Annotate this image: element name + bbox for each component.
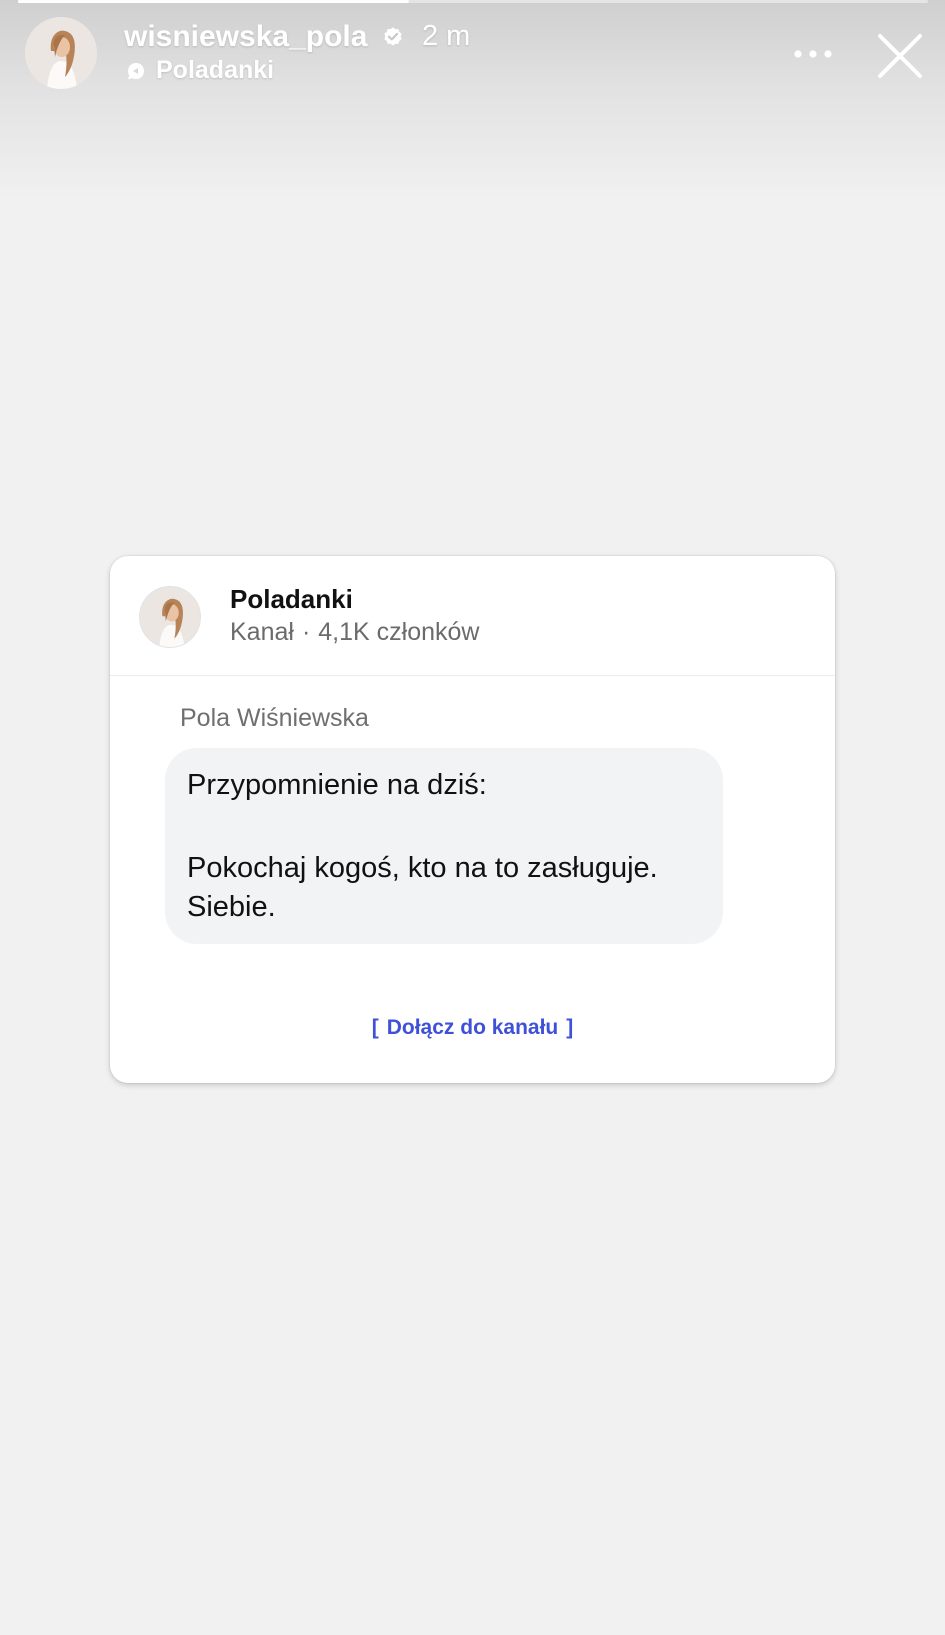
bracket-right-icon: ]: [566, 1016, 574, 1039]
message-sender: Pola Wiśniewska: [180, 704, 369, 732]
channel-members: 4,1K członków: [318, 618, 480, 646]
channel-icon: [128, 63, 144, 80]
story-username[interactable]: wisniewska_pola: [124, 20, 367, 54]
channel-type: Kanał: [230, 618, 294, 646]
more-options-icon[interactable]: [790, 36, 836, 72]
message-line: Przypomnienie na dziś:: [187, 769, 487, 801]
message-line: Siebie.: [187, 891, 276, 923]
profile-avatar[interactable]: [25, 17, 97, 89]
meta-separator: ·: [301, 618, 311, 646]
channel-avatar: [139, 586, 201, 648]
story-channel-label[interactable]: Poladanki: [156, 56, 274, 85]
story-viewer: wisniewska_pola 2 m Poladanki Poladanki …: [0, 0, 945, 1635]
message-bubble: Przypomnienie na dziś: Pokochaj kogoś, k…: [165, 748, 723, 944]
card-header: Poladanki Kanał · 4,1K członków: [110, 556, 835, 676]
avatar-photo-icon: [25, 17, 97, 89]
bracket-left-icon: [: [371, 1016, 379, 1039]
join-channel-label: Dołącz do kanału: [386, 1016, 559, 1039]
channel-meta: Kanał · 4,1K członków: [230, 618, 479, 647]
story-timestamp: 2 m: [422, 20, 471, 52]
join-channel-button[interactable]: [ Dołącz do kanału]: [110, 1016, 835, 1040]
message-line: Pokochaj kogoś, kto na to zasługuje.: [187, 852, 658, 884]
verified-badge-icon: [384, 27, 402, 46]
avatar-photo-icon: [140, 587, 200, 647]
story-progress-bar: [18, 0, 928, 3]
close-icon[interactable]: [872, 28, 928, 84]
story-progress-fill: [18, 0, 410, 3]
channel-name: Poladanki: [230, 584, 353, 614]
channel-share-card[interactable]: Poladanki Kanał · 4,1K członków Pola Wiśni…: [110, 556, 835, 1083]
